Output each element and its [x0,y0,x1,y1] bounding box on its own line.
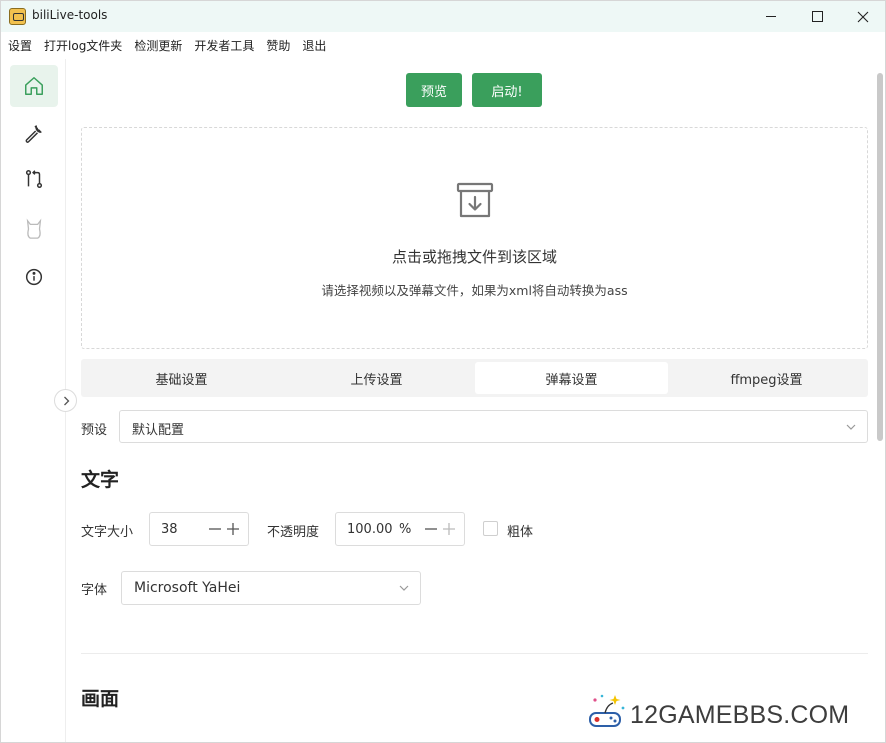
sidebar-item-about[interactable] [10,256,58,298]
section-divider [81,653,868,654]
bold-checkbox[interactable] [483,521,498,536]
app-window: biliLive-tools 设置 打开log文件夹 检测更新 开发者工具 赞助… [0,0,886,743]
sidebar-item-home[interactable] [10,65,58,107]
minus-icon[interactable] [422,520,440,538]
preset-label: 预设 [81,423,108,438]
menu-devtools[interactable]: 开发者工具 [194,37,254,54]
section-title-frame: 画面 [81,688,120,710]
dropzone-subtitle: 请选择视频以及弹幕文件，如果为xml将自动转换为ass [321,283,628,298]
font-family-select[interactable]: Microsoft YaHei [121,571,421,605]
action-bar: 预览 启动! [406,73,542,107]
plus-icon[interactable] [440,520,458,538]
menu-sponsor[interactable]: 赞助 [266,37,290,54]
preset-select[interactable]: 默认配置 [119,410,868,443]
gamepad-logo-icon [589,694,625,727]
vertical-scrollbar[interactable] [877,73,883,441]
opacity-unit: % [399,522,412,537]
font-family-label: 字体 [81,583,108,598]
menu-check-update[interactable]: 检测更新 [134,37,182,54]
font-size-value: 38 [161,522,178,537]
info-icon [25,268,43,286]
cat-icon [26,218,42,239]
font-size-label: 文字大小 [81,525,134,540]
font-family-value: Microsoft YaHei [134,580,241,596]
preview-button[interactable]: 预览 [406,73,462,107]
app-logo-icon [9,8,26,25]
wrench-icon [25,125,42,143]
menu-exit[interactable]: 退出 [302,37,326,54]
maximize-button[interactable] [794,1,840,32]
tab-basic-settings[interactable]: 基础设置 [85,362,278,394]
menu-bar: 设置 打开log文件夹 检测更新 开发者工具 赞助 退出 [1,32,885,59]
close-button[interactable] [840,1,885,32]
tab-ffmpeg-settings[interactable]: ffmpeg设置 [670,362,863,394]
sidebar-expand-button[interactable] [54,389,77,412]
chevron-right-icon [63,396,69,405]
chevron-down-icon [399,585,409,591]
plus-icon[interactable] [224,520,242,538]
tab-danmaku-settings[interactable]: 弹幕设置 [475,362,668,394]
menu-open-log-folder[interactable]: 打开log文件夹 [44,37,122,54]
watermark-text: 12GAMEBBS.COM [630,701,850,729]
start-button[interactable]: 启动! [472,73,542,107]
title-bar: biliLive-tools [1,1,885,32]
sidebar-item-cat[interactable] [10,208,58,250]
settings-tabs: 基础设置 上传设置 弹幕设置 ffmpeg设置 [81,359,868,397]
opacity-value: 100.00 [347,522,393,537]
opacity-label: 不透明度 [267,525,320,540]
tab-upload-settings[interactable]: 上传设置 [280,362,473,394]
watermark: 12GAMEBBS.COM [587,689,877,735]
archive-download-icon [456,182,494,218]
menu-settings[interactable]: 设置 [8,37,32,54]
window-title: biliLive-tools [32,8,108,22]
git-compare-icon [25,170,43,188]
chevron-down-icon [846,424,856,430]
bold-label: 粗体 [507,525,534,540]
file-dropzone[interactable]: 点击或拖拽文件到该区域 请选择视频以及弹幕文件，如果为xml将自动转换为ass [81,127,868,349]
opacity-stepper[interactable]: 100.00 % [335,512,465,546]
preset-value: 默认配置 [132,423,185,438]
section-title-text: 文字 [81,469,120,491]
dropzone-title: 点击或拖拽文件到该区域 [391,248,557,266]
sidebar-item-tools[interactable] [10,112,58,154]
minimize-button[interactable] [748,1,794,32]
sidebar-item-compare[interactable] [10,158,58,200]
main-content: 预览 启动! 点击或拖拽文件到该区域 请选择视频以及弹幕文件，如果为xml将自动… [67,59,875,742]
minus-icon[interactable] [206,520,224,538]
close-icon [857,11,869,22]
home-icon [25,77,43,95]
font-size-stepper[interactable]: 38 [149,512,249,546]
